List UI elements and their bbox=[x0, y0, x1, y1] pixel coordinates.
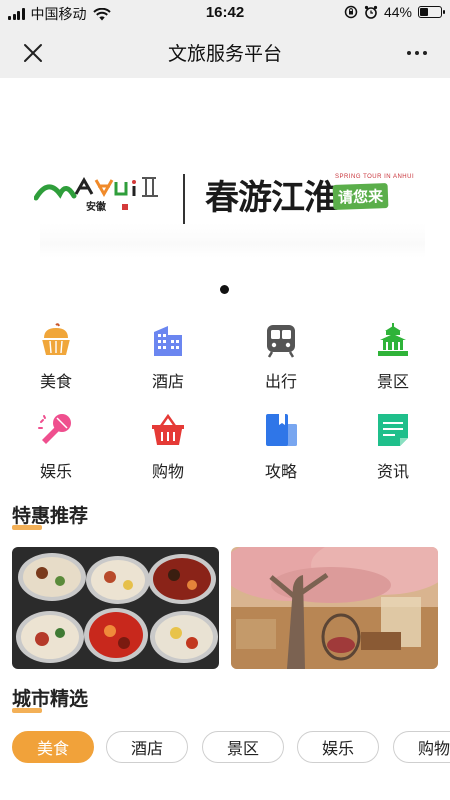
hotel-building-icon bbox=[154, 326, 182, 356]
guide-book-icon bbox=[266, 414, 297, 446]
city-tag-food[interactable]: 美食 bbox=[12, 731, 94, 763]
banner-carousel[interactable]: 安徽 春游江淮 SPRING TOUR IN ANHUI 请您来 bbox=[0, 78, 450, 298]
section-title-deals: 特惠推荐 bbox=[12, 501, 89, 530]
temple-icon bbox=[378, 323, 408, 356]
section-title-city: 城市精选 bbox=[12, 684, 89, 713]
microphone-icon bbox=[38, 414, 71, 444]
battery-icon bbox=[418, 6, 445, 18]
wifi-icon bbox=[92, 7, 111, 20]
train-icon bbox=[267, 325, 295, 358]
category-label: 景区 bbox=[376, 374, 409, 391]
category-travel[interactable]: 出行 bbox=[241, 318, 321, 398]
category-label: 购物 bbox=[151, 464, 184, 481]
nav-bar: 文旅服务平台 bbox=[0, 26, 450, 78]
city-tag-list: 美食 酒店 景区 娱乐 购物 bbox=[12, 731, 450, 765]
battery-percent: 44% bbox=[383, 4, 412, 20]
hotpot-promo-card[interactable] bbox=[12, 547, 219, 669]
carousel-indicator-dot[interactable] bbox=[220, 285, 229, 294]
carrier-name: 中国移动 bbox=[30, 6, 87, 22]
banner-shadow bbox=[40, 223, 425, 258]
category-entertainment[interactable]: 娱乐 bbox=[16, 408, 96, 488]
section-title-text: 城市精选 bbox=[12, 689, 89, 710]
category-label: 出行 bbox=[264, 374, 297, 391]
category-label: 攻略 bbox=[264, 464, 297, 481]
category-scenic[interactable]: 景区 bbox=[353, 318, 433, 398]
category-hotel[interactable]: 酒店 bbox=[128, 318, 208, 398]
logo-caption: 安徽 bbox=[86, 200, 107, 213]
banner-title: 春游江淮 bbox=[205, 178, 338, 218]
category-news[interactable]: 资讯 bbox=[353, 408, 433, 488]
seal-icon bbox=[122, 204, 128, 210]
cherry-blossom-restaurant-promo-image bbox=[231, 547, 438, 669]
category-shopping[interactable]: 购物 bbox=[128, 408, 208, 488]
status-bar: 中国移动 16:42 44% bbox=[0, 0, 450, 26]
rotation-lock-icon bbox=[344, 5, 358, 19]
category-label: 资讯 bbox=[376, 464, 409, 481]
anhui-logo: 安徽 bbox=[34, 176, 158, 213]
category-food[interactable]: 美食 bbox=[16, 318, 96, 398]
city-tag-shopping[interactable]: 购物 bbox=[393, 731, 450, 763]
hotpot-promo-image bbox=[12, 547, 219, 669]
cellular-signal-icon bbox=[8, 8, 25, 20]
more-dot-icon bbox=[423, 51, 427, 55]
category-guide[interactable]: 攻略 bbox=[241, 408, 321, 488]
banner-badge: 请您来 bbox=[332, 183, 389, 210]
section-title-text: 特惠推荐 bbox=[12, 506, 89, 527]
city-tag-entertainment[interactable]: 娱乐 bbox=[297, 731, 379, 763]
alarm-clock-icon bbox=[364, 5, 378, 19]
more-dot-icon bbox=[407, 51, 411, 55]
more-dot-icon bbox=[415, 51, 419, 55]
category-label: 美食 bbox=[39, 374, 72, 391]
more-options-button[interactable] bbox=[402, 38, 432, 68]
banner-divider bbox=[183, 174, 185, 224]
status-left: 中国移动 bbox=[8, 4, 111, 24]
battery-level-fill bbox=[420, 8, 429, 16]
restaurant-promo-card[interactable] bbox=[231, 547, 438, 669]
category-label: 娱乐 bbox=[39, 464, 72, 481]
banner-subtitle: SPRING TOUR IN ANHUI bbox=[335, 174, 415, 180]
news-document-icon bbox=[378, 414, 408, 446]
city-tag-hotel[interactable]: 酒店 bbox=[106, 731, 188, 763]
status-right: 44% bbox=[344, 4, 445, 20]
city-tag-scenic[interactable]: 景区 bbox=[202, 731, 284, 763]
category-label: 酒店 bbox=[151, 374, 184, 391]
cake-icon bbox=[42, 323, 70, 355]
shopping-basket-icon bbox=[152, 413, 184, 445]
page-title: 文旅服务平台 bbox=[167, 44, 282, 65]
